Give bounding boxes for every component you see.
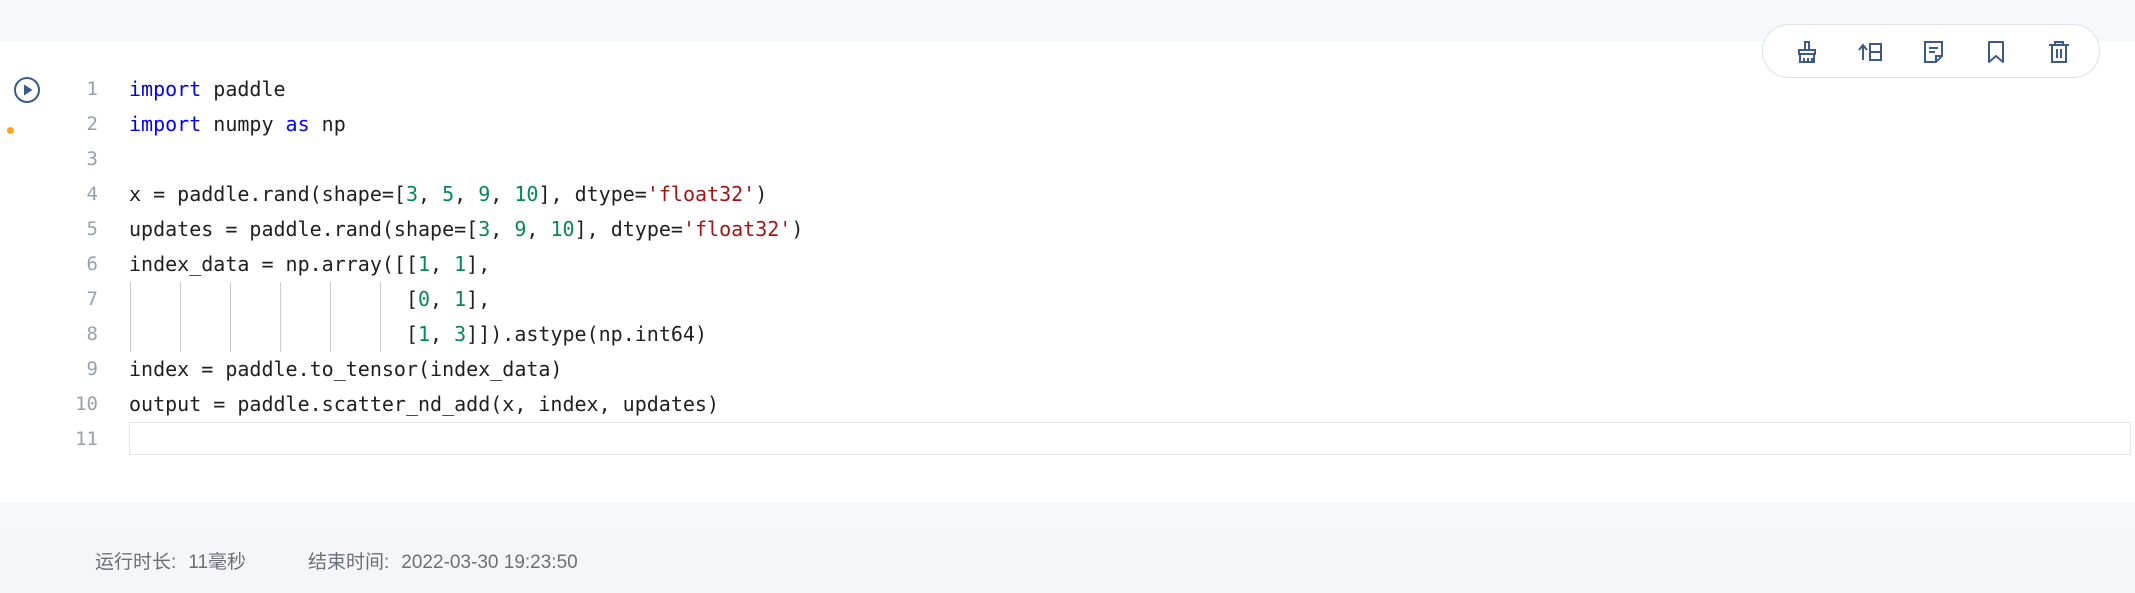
code-line[interactable]: 9 index = paddle.to_tensor(index_data): [0, 352, 2135, 387]
code-token: import: [129, 77, 202, 101]
code-token: paddle: [201, 77, 286, 101]
run-info: 运行时长: 11毫秒 结束时间: 2022-03-30 19:23:50: [95, 547, 590, 574]
code-token: np: [309, 112, 346, 136]
code-text: index_data = np.array([[1, 1],: [129, 247, 490, 282]
line-number: 4: [86, 183, 98, 205]
code-token: index_data = np.array([[: [129, 252, 418, 276]
code-token: ], dtype=: [574, 217, 683, 241]
code-token: 1: [417, 322, 431, 346]
code-token: ,: [490, 217, 515, 241]
code-token: 'float32': [646, 182, 756, 206]
code-token: 0: [417, 287, 431, 311]
code-token: 3: [405, 182, 418, 206]
notebook-page: 1 import paddle 2 import numpy as np 3 4 x = p…: [0, 0, 2135, 593]
line-number: 11: [75, 428, 98, 450]
code-token: 3: [478, 217, 491, 241]
code-token: import: [129, 112, 202, 136]
code-token: ],: [466, 252, 491, 276]
code-token: ,: [526, 217, 551, 241]
code-token: ): [791, 217, 804, 241]
code-token: ],: [466, 287, 491, 311]
code-token: 9: [514, 217, 527, 241]
line-number: 2: [86, 113, 98, 135]
delete-cell-button[interactable]: [2042, 35, 2076, 69]
duration-label: 运行时长:: [95, 552, 177, 573]
code-line[interactable]: 11: [0, 422, 2135, 457]
code-token: ], dtype=: [538, 182, 647, 206]
code-token: numpy: [201, 112, 286, 136]
code-token: index = paddle.to_tensor(index_data): [129, 357, 563, 381]
code-text: import paddle: [129, 72, 286, 107]
end-time-label: 结束时间:: [308, 552, 390, 573]
line-number: 9: [86, 358, 98, 380]
line-number: 3: [86, 148, 98, 170]
code-token: 3: [454, 322, 467, 346]
code-text: x = paddle.rand(shape=[3, 5, 9, 10], dty…: [129, 177, 767, 212]
code-token: 10: [514, 182, 539, 206]
code-text: [1, 3]]).astype(np.int64): [129, 317, 707, 352]
code-line[interactable]: 6 index_data = np.array([[1, 1],: [0, 247, 2135, 282]
code-text: updates = paddle.rand(shape=[3, 9, 10], …: [129, 212, 803, 247]
code-token: as: [285, 112, 310, 136]
code-token: [: [129, 322, 418, 346]
code-text: index = paddle.to_tensor(index_data): [129, 352, 562, 387]
code-token: 'float32': [682, 217, 792, 241]
code-text: [0, 1],: [129, 282, 490, 317]
code-line[interactable]: 3: [0, 142, 2135, 177]
code-line[interactable]: 8 [1, 3]]).astype(np.int64): [0, 317, 2135, 352]
move-up-icon: [1858, 43, 1882, 61]
code-line[interactable]: 7 [0, 1],: [0, 282, 2135, 317]
code-token: ,: [490, 182, 515, 206]
code-token: ,: [454, 182, 479, 206]
code-token: 5: [442, 182, 455, 206]
line-number: 5: [86, 218, 98, 240]
code-token: 10: [550, 217, 575, 241]
code-line[interactable]: 5 updates = paddle.rand(shape=[3, 9, 10],…: [0, 212, 2135, 247]
code-token: ,: [418, 182, 443, 206]
code-token: 1: [454, 287, 467, 311]
move-cell-button[interactable]: [1853, 35, 1887, 69]
line-number: 8: [86, 323, 98, 345]
duration-value: 11毫秒: [188, 552, 247, 573]
note-icon: [1924, 41, 1943, 63]
code-line[interactable]: 1 import paddle: [0, 72, 2135, 107]
code-line[interactable]: 4 x = paddle.rand(shape=[3, 5, 9, 10], dt…: [0, 177, 2135, 212]
bookmark-button[interactable]: [1979, 35, 2013, 69]
code-token: [: [129, 287, 418, 311]
active-line-highlight: [129, 422, 2131, 455]
cell-toolbar: [1762, 24, 2100, 78]
code-line[interactable]: 2 import numpy as np: [0, 107, 2135, 142]
code-token: 1: [454, 252, 467, 276]
line-number: 10: [75, 393, 98, 415]
line-number: 7: [86, 288, 98, 310]
trash-icon: [2049, 41, 2069, 63]
clear-output-button[interactable]: [1790, 35, 1824, 69]
code-line[interactable]: 10 output = paddle.scatter_nd_add(x, inde…: [0, 387, 2135, 422]
code-token: output = paddle.scatter_nd_add(x, index,…: [129, 392, 720, 416]
code-token: ,: [430, 252, 455, 276]
code-token: 1: [417, 252, 431, 276]
code-token: 9: [478, 182, 491, 206]
cell-notes-button[interactable]: [1916, 35, 1950, 69]
code-token: ,: [430, 322, 455, 346]
code-token: x = paddle.rand(shape=[: [129, 182, 406, 206]
code-text: import numpy as np: [129, 107, 346, 142]
end-time-value: 2022-03-30 19:23:50: [401, 552, 578, 573]
code-token: updates = paddle.rand(shape=[: [129, 217, 479, 241]
code-text: output = paddle.scatter_nd_add(x, index,…: [129, 387, 719, 422]
code-token: ,: [430, 287, 455, 311]
line-number: 1: [86, 78, 98, 100]
code-token: ): [755, 182, 768, 206]
bookmark-icon: [1988, 41, 2004, 63]
broom-icon: [1798, 41, 1816, 63]
code-token: ]]).astype(np.int64): [466, 322, 707, 346]
line-number: 6: [86, 253, 98, 275]
